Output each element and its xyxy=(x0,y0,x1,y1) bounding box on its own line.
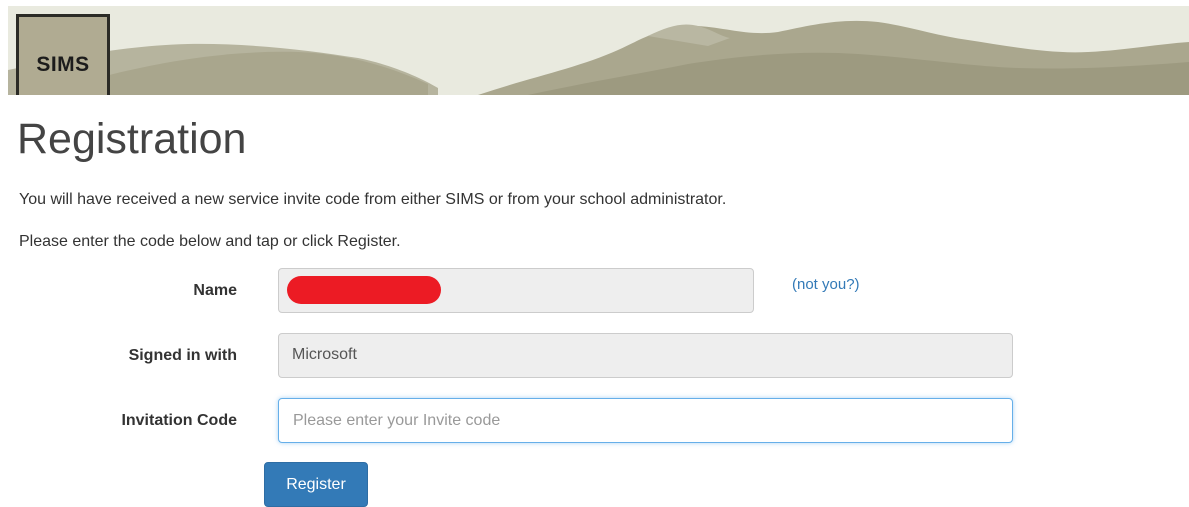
invitation-code-input[interactable] xyxy=(278,398,1013,443)
signed-in-with-label: Signed in with xyxy=(128,347,237,364)
header-banner: SIMS xyxy=(8,6,1189,95)
mountains-illustration xyxy=(8,6,1189,95)
logo-text: SIMS xyxy=(36,53,90,76)
not-you-link[interactable]: (not you?) xyxy=(792,276,860,293)
signed-in-with-field: Microsoft xyxy=(278,333,1013,378)
intro-text-instructions: Please enter the code below and tap or c… xyxy=(19,233,401,250)
intro-text-invite: You will have received a new service inv… xyxy=(19,191,727,208)
name-field xyxy=(278,268,754,313)
signed-in-with-value: Microsoft xyxy=(292,346,357,363)
register-button[interactable]: Register xyxy=(264,462,368,507)
invitation-code-label: Invitation Code xyxy=(121,412,237,429)
sims-logo[interactable]: SIMS xyxy=(16,14,110,95)
name-redaction xyxy=(287,276,441,304)
name-label: Name xyxy=(193,282,237,299)
page-title: Registration xyxy=(17,115,247,163)
